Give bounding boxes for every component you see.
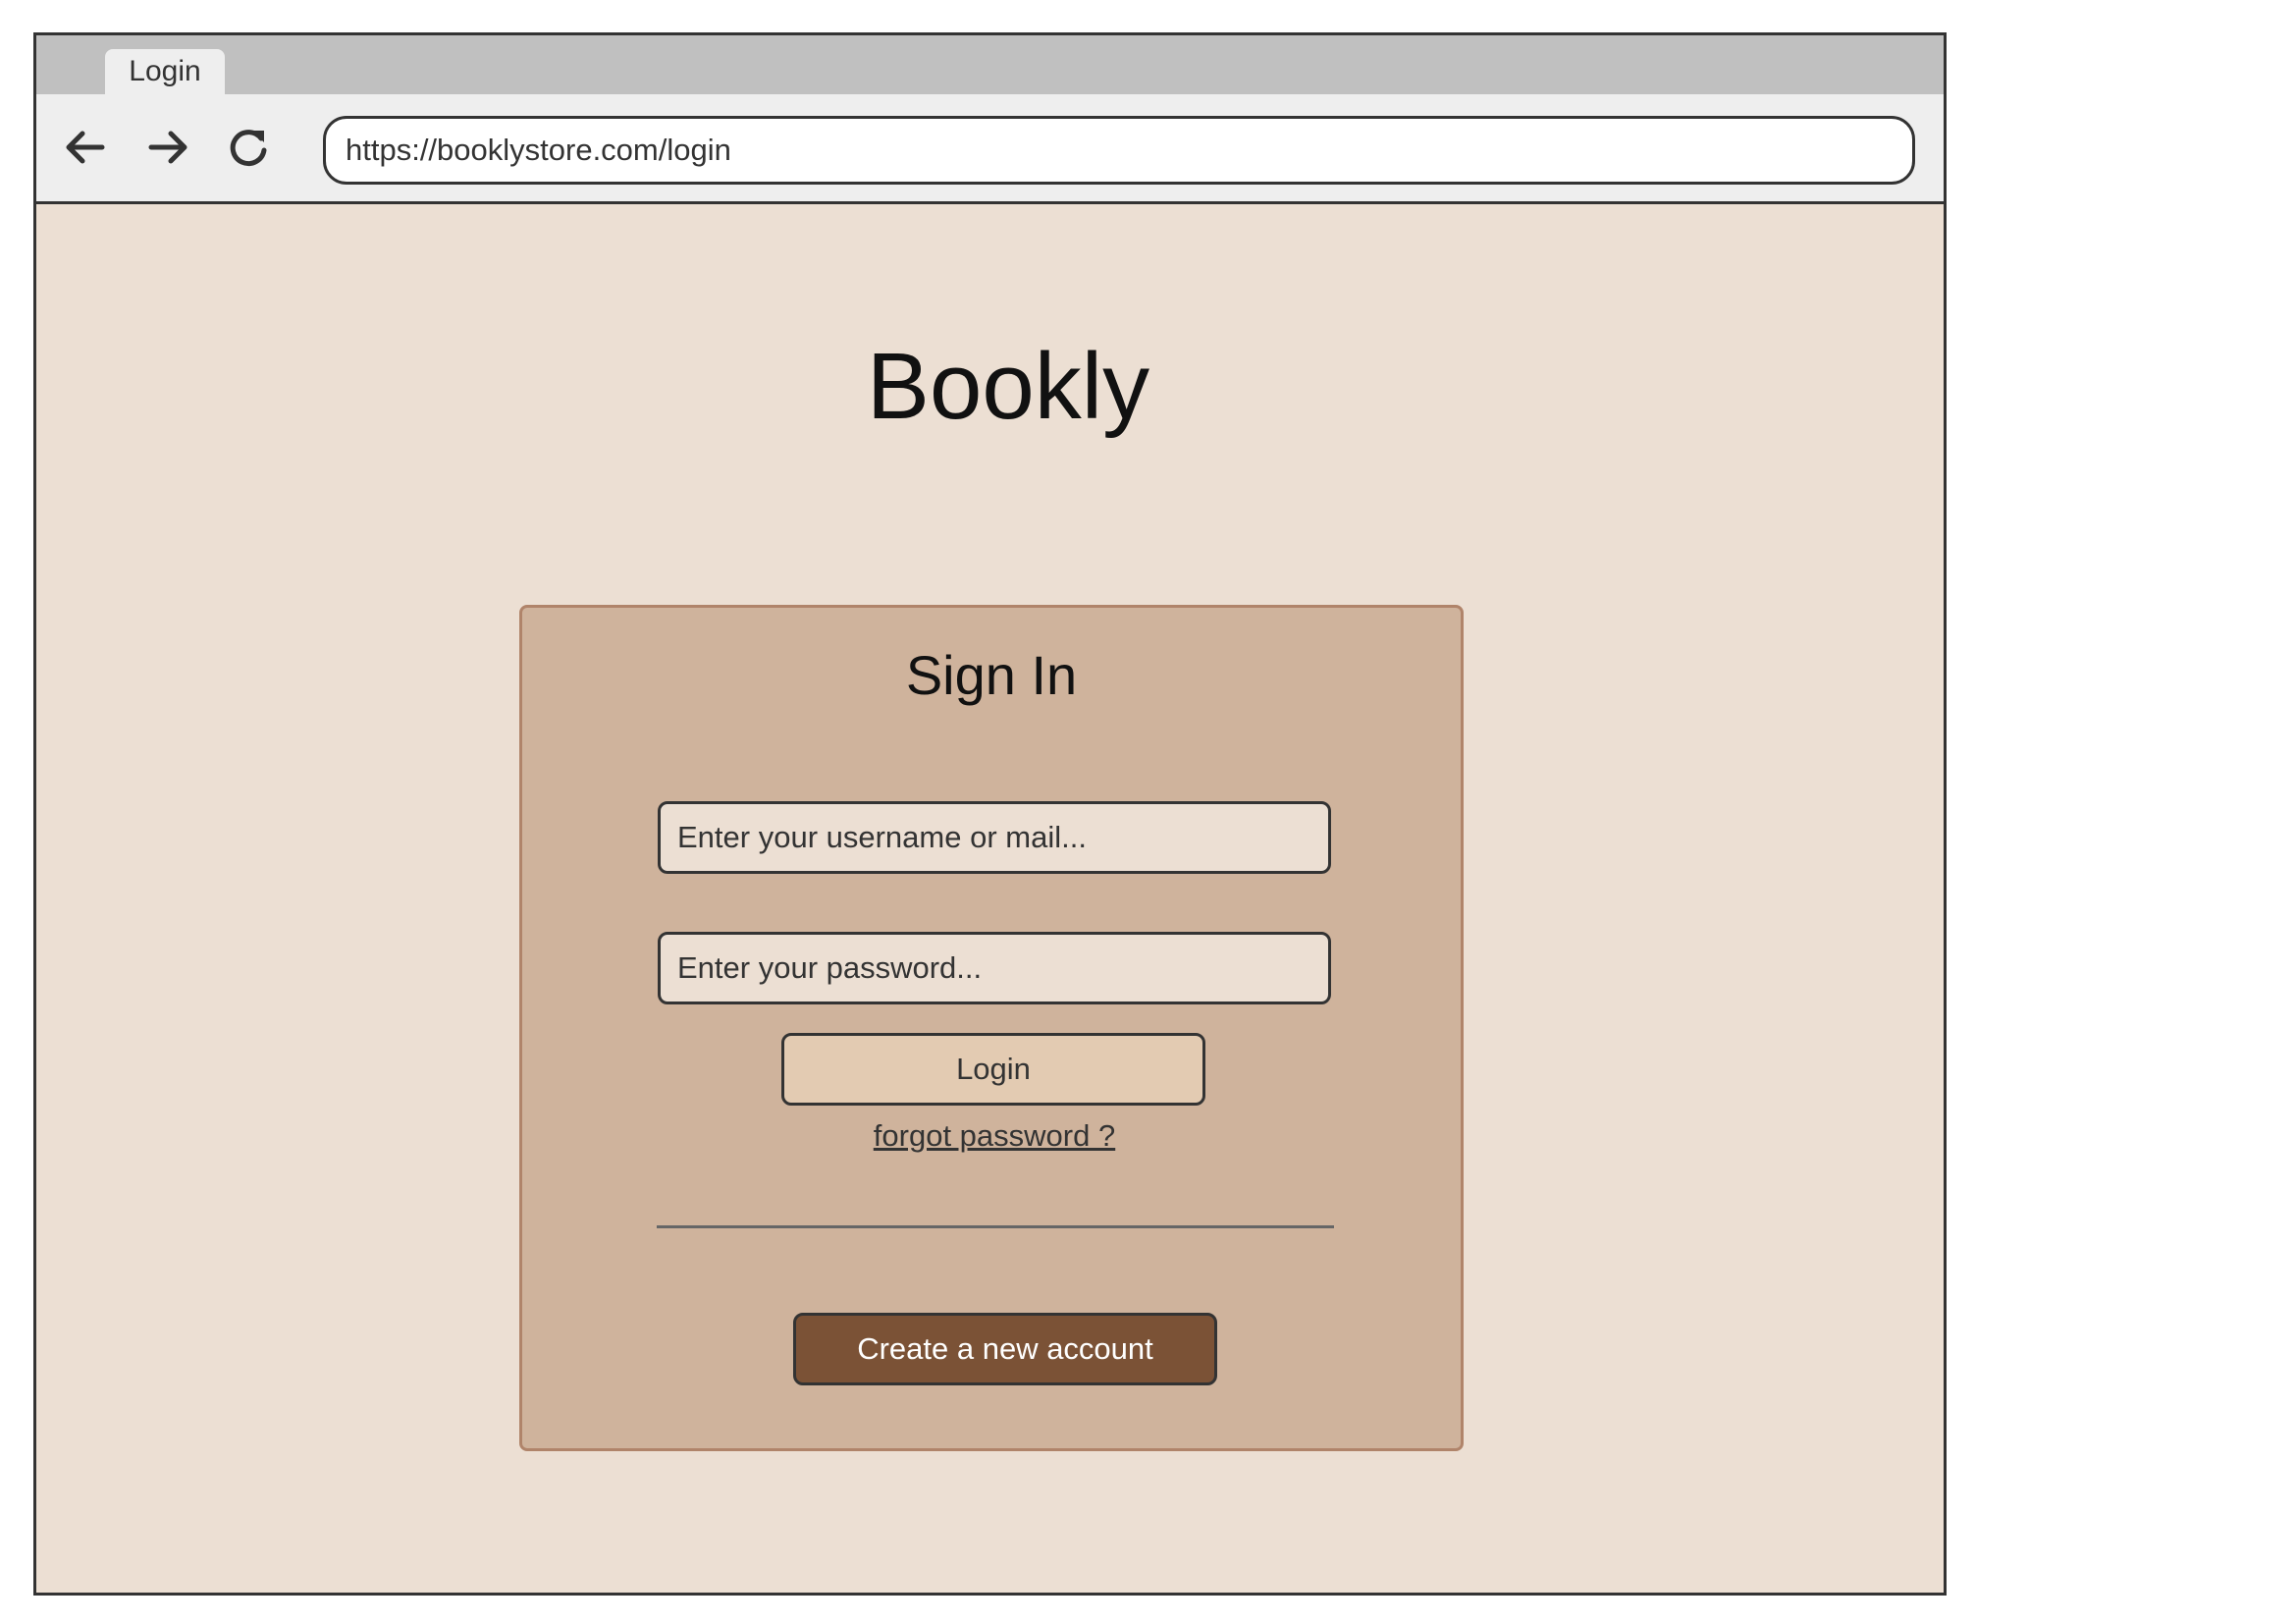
browser-window: Login https://booklystore.com/login Book…: [33, 32, 1947, 1596]
divider: [657, 1225, 1334, 1228]
login-button[interactable]: Login: [781, 1033, 1205, 1106]
address-bar[interactable]: https://booklystore.com/login: [323, 116, 1915, 185]
tab-title: Login: [129, 55, 201, 87]
password-placeholder: Enter your password...: [677, 950, 983, 985]
browser-tab[interactable]: Login: [105, 49, 225, 94]
back-arrow-icon: [66, 131, 105, 164]
browser-toolbar: https://booklystore.com/login: [36, 94, 1944, 204]
password-input[interactable]: Enter your password...: [658, 932, 1331, 1004]
tab-strip: Login: [36, 35, 1944, 94]
forward-button[interactable]: [138, 118, 197, 177]
create-account-button[interactable]: Create a new account: [793, 1313, 1217, 1385]
username-placeholder: Enter your username or mail...: [677, 820, 1087, 854]
url-text: https://booklystore.com/login: [346, 133, 731, 167]
page-title: Bookly: [866, 334, 1150, 439]
back-button[interactable]: [56, 118, 115, 177]
signin-card: Sign In Enter your username or mail... E…: [519, 605, 1464, 1451]
reload-icon: [230, 130, 267, 167]
login-button-label: Login: [956, 1052, 1031, 1086]
signin-heading: Sign In: [905, 644, 1078, 706]
forward-arrow-icon: [148, 131, 187, 164]
reload-button[interactable]: [219, 118, 278, 177]
forgot-password-link[interactable]: forgot password ?: [522, 1118, 1467, 1154]
username-input[interactable]: Enter your username or mail...: [658, 801, 1331, 874]
create-account-label: Create a new account: [857, 1331, 1153, 1366]
